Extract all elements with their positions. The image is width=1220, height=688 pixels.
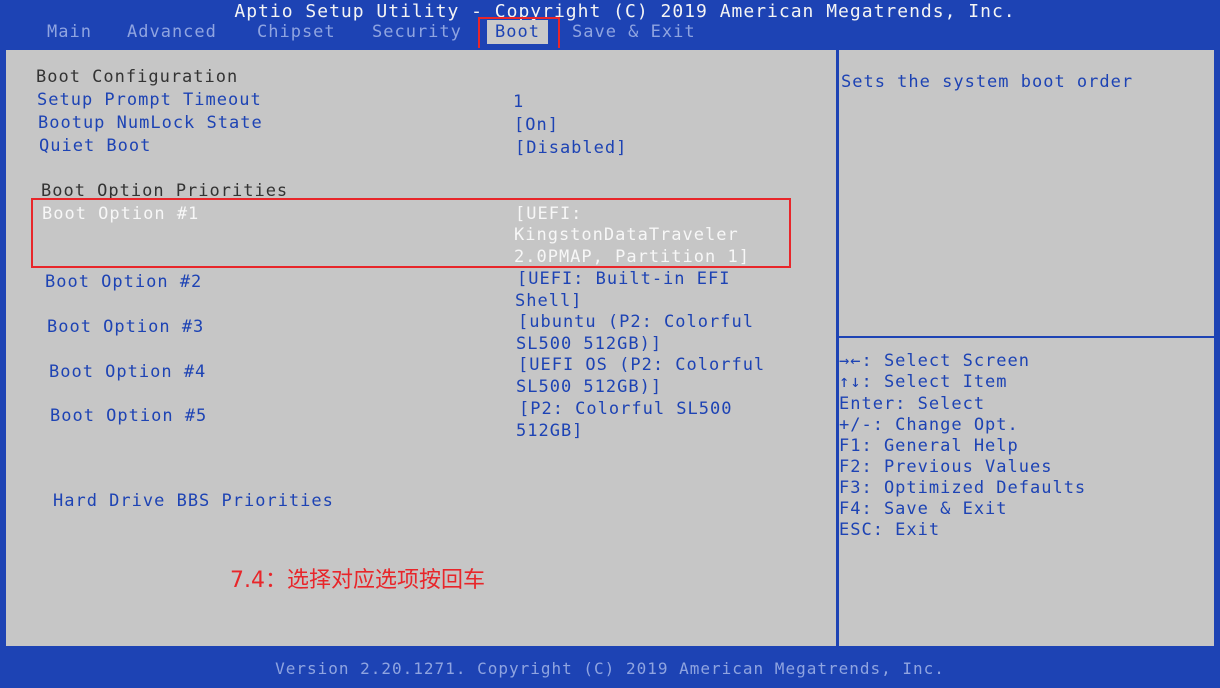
tab-advanced[interactable]: Advanced: [127, 20, 217, 44]
boot-option-2-label[interactable]: Boot Option #2: [45, 271, 202, 293]
footer-version: Version 2.20.1271. Copyright (C) 2019 Am…: [275, 659, 945, 678]
hard-drive-bbs-priorities[interactable]: Hard Drive BBS Priorities: [53, 490, 334, 512]
boot-option-3-value-line-1[interactable]: [ubuntu (P2: Colorful: [518, 311, 754, 333]
setup-prompt-timeout-value[interactable]: 1: [513, 91, 524, 113]
tab-chipset[interactable]: Chipset: [257, 20, 336, 44]
key-help-f4: F4: Save & Exit: [839, 499, 1008, 519]
tab-security[interactable]: Security: [372, 20, 462, 44]
vertical-divider: [836, 50, 839, 646]
boot-option-2-value-line-1[interactable]: [UEFI: Built-in EFI: [517, 268, 730, 290]
boot-option-3-label[interactable]: Boot Option #3: [47, 316, 204, 338]
boot-option-5-label[interactable]: Boot Option #5: [50, 405, 207, 427]
boot-option-1-highlight-box: [31, 198, 791, 268]
boot-option-5-value-line-1[interactable]: [P2: Colorful SL500: [519, 398, 732, 420]
key-help-change-opt: +/-: Change Opt.: [839, 415, 1019, 435]
key-help-select-screen: →←: Select Screen: [839, 351, 1030, 371]
key-help-select-item: ↑↓: Select Item: [839, 372, 1008, 392]
main-panel: Boot Configuration Setup Prompt Timeout …: [4, 48, 1216, 648]
boot-option-4-label[interactable]: Boot Option #4: [49, 361, 206, 383]
setup-prompt-timeout-label[interactable]: Setup Prompt Timeout: [37, 89, 262, 111]
key-help-enter: Enter: Select: [839, 394, 986, 414]
key-help-esc: ESC: Exit: [839, 520, 941, 540]
bootup-numlock-state-value[interactable]: [On]: [514, 114, 559, 136]
boot-configuration-heading: Boot Configuration: [36, 67, 239, 87]
quiet-boot-label[interactable]: Quiet Boot: [39, 135, 151, 157]
quiet-boot-value[interactable]: [Disabled]: [515, 137, 627, 159]
key-help-f1: F1: General Help: [839, 436, 1019, 456]
bootup-numlock-state-label[interactable]: Bootup NumLock State: [38, 112, 263, 134]
help-description: Sets the system boot order: [841, 72, 1134, 92]
boot-option-4-value-line-2[interactable]: SL500 512GB)]: [516, 376, 662, 398]
tab-save-exit[interactable]: Save & Exit: [572, 20, 696, 44]
key-help-f2: F2: Previous Values: [839, 457, 1053, 477]
boot-option-4-value-line-1[interactable]: [UEFI OS (P2: Colorful: [518, 354, 765, 376]
instruction-annotation: 7.4：选择对应选项按回车: [230, 568, 485, 593]
key-help-f3: F3: Optimized Defaults: [839, 478, 1087, 498]
tab-main[interactable]: Main: [47, 20, 92, 44]
boot-option-5-value-line-2[interactable]: 512GB]: [516, 420, 583, 442]
help-divider: [839, 336, 1214, 338]
boot-option-3-value-line-2[interactable]: SL500 512GB)]: [516, 333, 662, 355]
boot-option-2-value-line-2[interactable]: Shell]: [515, 290, 582, 312]
